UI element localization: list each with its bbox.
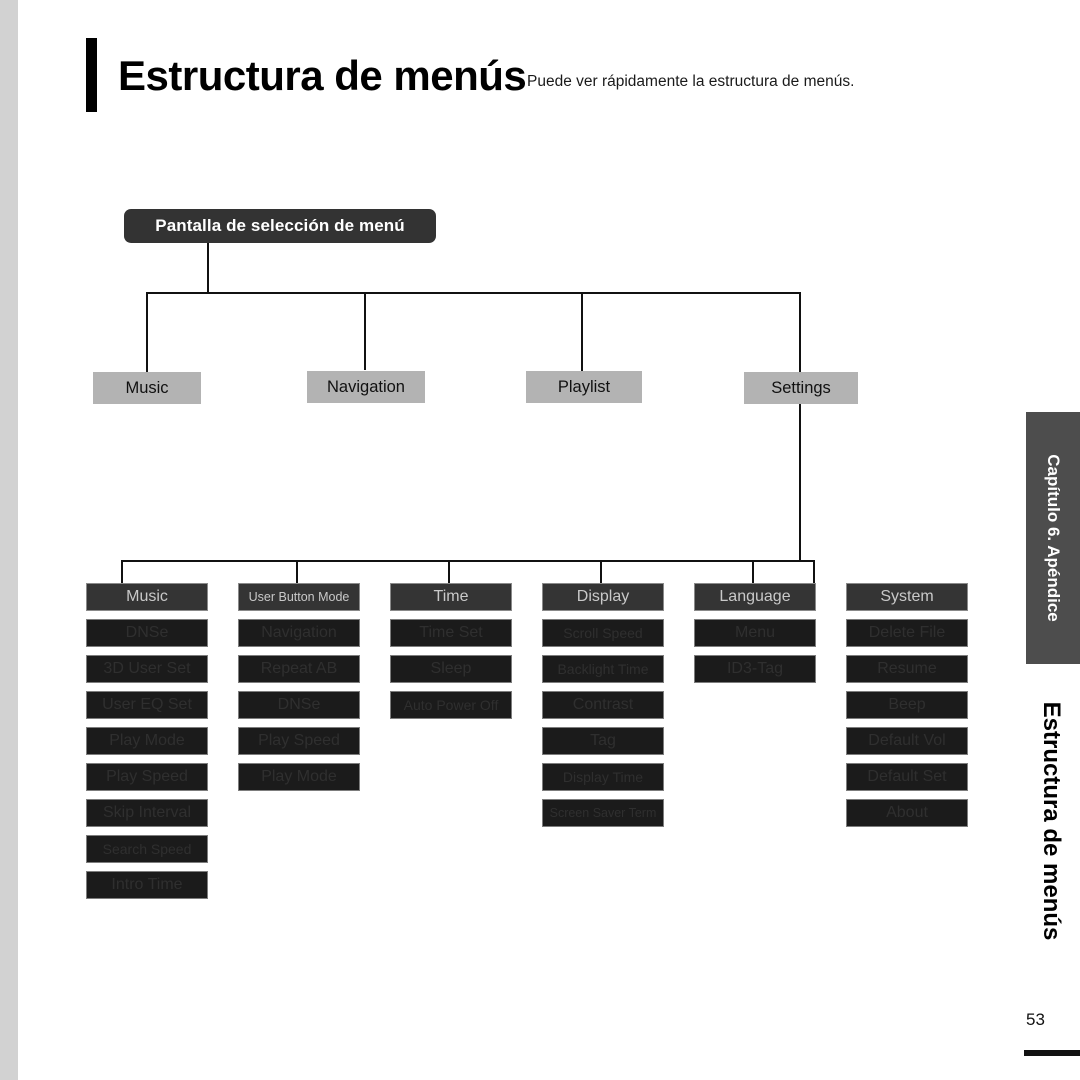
connector-drop-col-time xyxy=(448,560,450,583)
menu-item-sleep[interactable]: Sleep xyxy=(390,655,512,683)
connector-level2-bus xyxy=(121,560,815,562)
connector-root-stem xyxy=(207,243,209,292)
chapter-tab: Capítulo 6. Apéndice xyxy=(1026,412,1080,664)
connector-drop-col-user-button-mode xyxy=(296,560,298,583)
page-root: Estructura de menús Puede ver rápidament… xyxy=(0,0,1080,1080)
menu-item-intro-time[interactable]: Intro Time xyxy=(86,871,208,899)
menu-item-menu[interactable]: Menu xyxy=(694,619,816,647)
column-header-system[interactable]: System xyxy=(846,583,968,611)
connector-level1-bus xyxy=(146,292,801,294)
connector-drop-playlist xyxy=(581,292,583,371)
menu-item-play-mode[interactable]: Play Mode xyxy=(86,727,208,755)
column-header-music[interactable]: Music xyxy=(86,583,208,611)
menu-item-navigation[interactable]: Navigation xyxy=(238,619,360,647)
chapter-tab-label: Capítulo 6. Apéndice xyxy=(1044,454,1063,622)
settings-column-music: Music DNSe 3D User Set User EQ Set Play … xyxy=(86,583,208,907)
root-node-label: Pantalla de selección de menú xyxy=(155,216,405,235)
node-settings[interactable]: Settings xyxy=(744,372,858,404)
connector-drop-settings xyxy=(799,292,801,372)
column-header-language[interactable]: Language xyxy=(694,583,816,611)
column-header-time[interactable]: Time xyxy=(390,583,512,611)
root-node-menu-selection-screen: Pantalla de selección de menú xyxy=(124,209,436,243)
connector-drop-col-music xyxy=(121,560,123,583)
node-navigation-label: Navigation xyxy=(327,377,405,396)
page-number: 53 xyxy=(1026,1010,1045,1029)
menu-item-dnse[interactable]: DNSe xyxy=(86,619,208,647)
connector-drop-col-display xyxy=(600,560,602,583)
menu-item-beep[interactable]: Beep xyxy=(846,691,968,719)
node-music-label: Music xyxy=(125,378,169,397)
node-playlist-label: Playlist xyxy=(557,377,611,396)
side-section-title: Estructura de menús xyxy=(1022,676,1080,966)
node-playlist[interactable]: Playlist xyxy=(526,371,642,403)
page-title: Estructura de menús xyxy=(118,52,527,99)
menu-item-play-speed-ubm[interactable]: Play Speed xyxy=(238,727,360,755)
menu-item-default-vol[interactable]: Default Vol xyxy=(846,727,968,755)
connector-drop-col-system xyxy=(813,560,815,583)
node-music[interactable]: Music xyxy=(93,372,201,404)
menu-item-play-mode-ubm[interactable]: Play Mode xyxy=(238,763,360,791)
menu-item-skip-interval[interactable]: Skip Interval xyxy=(86,799,208,827)
settings-column-display: Display Scroll Speed Backlight Time Cont… xyxy=(542,583,664,835)
menu-item-resume[interactable]: Resume xyxy=(846,655,968,683)
menu-item-tag[interactable]: Tag xyxy=(542,727,664,755)
menu-item-time-set[interactable]: Time Set xyxy=(390,619,512,647)
menu-item-default-set[interactable]: Default Set xyxy=(846,763,968,791)
column-header-display[interactable]: Display xyxy=(542,583,664,611)
menu-item-auto-power-off[interactable]: Auto Power Off xyxy=(390,691,512,719)
settings-column-language: Language Menu ID3-Tag xyxy=(694,583,816,691)
settings-column-user-button-mode: User Button Mode Navigation Repeat AB DN… xyxy=(238,583,360,799)
title-accent-rule xyxy=(86,38,97,112)
menu-item-scroll-speed[interactable]: Scroll Speed xyxy=(542,619,664,647)
menu-item-user-eq-set[interactable]: User EQ Set xyxy=(86,691,208,719)
menu-item-id3-tag[interactable]: ID3-Tag xyxy=(694,655,816,683)
page-subtitle: Puede ver rápidamente la estructura de m… xyxy=(527,73,855,90)
menu-item-display-time[interactable]: Display Time xyxy=(542,763,664,791)
menu-item-search-speed[interactable]: Search Speed xyxy=(86,835,208,863)
column-header-user-button-mode[interactable]: User Button Mode xyxy=(238,583,360,611)
menu-item-backlight-time[interactable]: Backlight Time xyxy=(542,655,664,683)
side-section-title-label: Estructura de menús xyxy=(1038,701,1065,941)
menu-item-screen-saver-term[interactable]: Screen Saver Term xyxy=(542,799,664,827)
footer-rule xyxy=(1024,1050,1080,1056)
settings-column-system: System Delete File Resume Beep Default V… xyxy=(846,583,968,835)
menu-item-dnse-ubm[interactable]: DNSe xyxy=(238,691,360,719)
left-edge-strip xyxy=(0,0,18,1080)
menu-item-play-speed[interactable]: Play Speed xyxy=(86,763,208,791)
menu-item-3d-user-set[interactable]: 3D User Set xyxy=(86,655,208,683)
node-settings-label: Settings xyxy=(771,378,831,397)
settings-column-time: Time Time Set Sleep Auto Power Off xyxy=(390,583,512,727)
connector-drop-navigation xyxy=(364,292,366,370)
menu-item-about[interactable]: About xyxy=(846,799,968,827)
connector-drop-col-language xyxy=(752,560,754,583)
menu-item-repeat-ab[interactable]: Repeat AB xyxy=(238,655,360,683)
menu-item-delete-file[interactable]: Delete File xyxy=(846,619,968,647)
menu-item-contrast[interactable]: Contrast xyxy=(542,691,664,719)
node-navigation[interactable]: Navigation xyxy=(307,371,425,403)
connector-settings-stem xyxy=(799,404,801,562)
connector-drop-music xyxy=(146,292,148,372)
